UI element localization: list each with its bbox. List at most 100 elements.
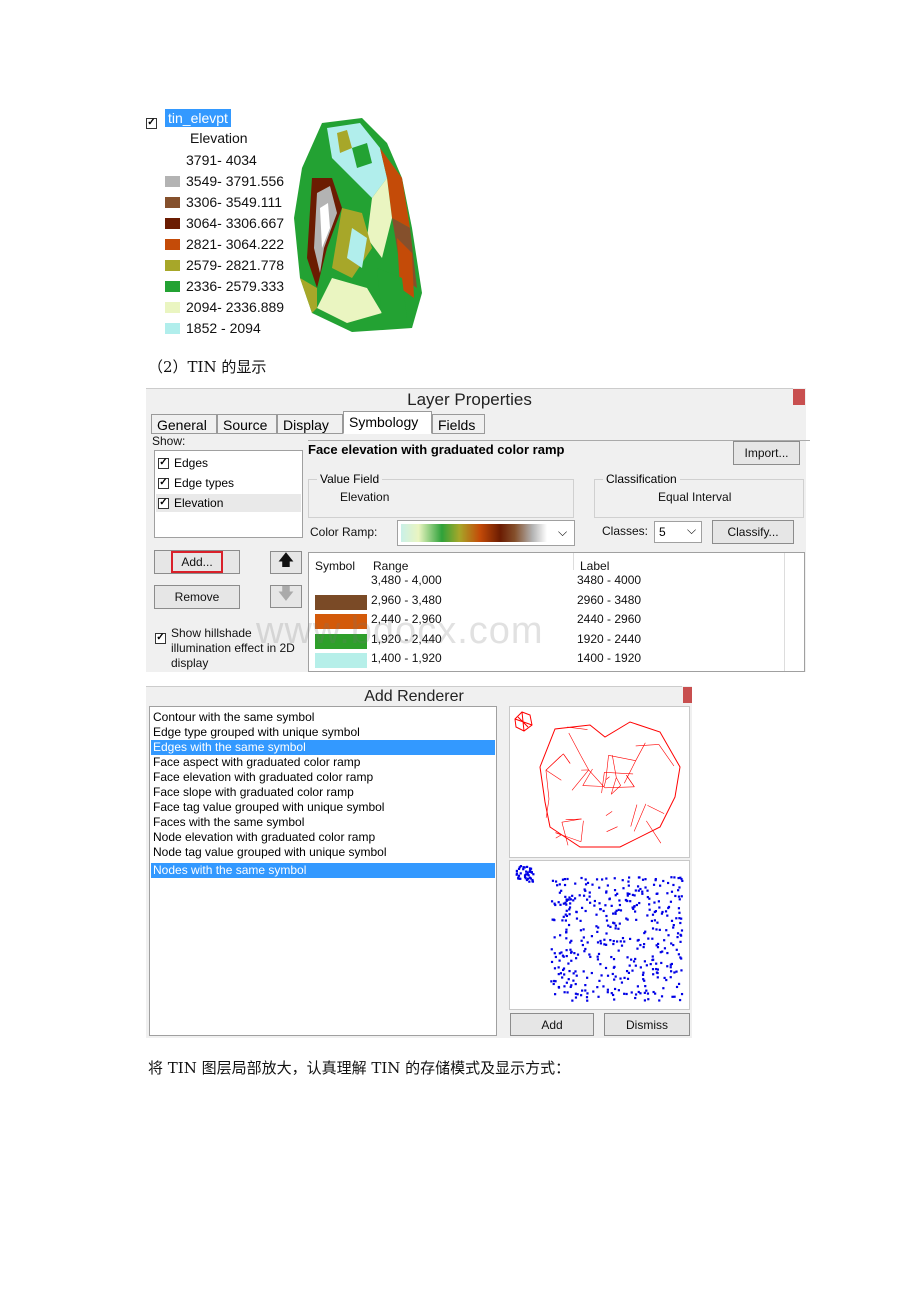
import-button[interactable]: Import... <box>733 441 800 465</box>
arrow-down-icon: 🡇 <box>277 586 295 603</box>
show-list[interactable]: ✓ Edges ✓ Edge types ✓ Elevation <box>154 450 303 538</box>
table-row[interactable]: 2,960 - 3,480 2960 - 3480 <box>309 592 779 610</box>
class-swatch[interactable] <box>315 575 367 590</box>
renderer-list-item[interactable]: Face elevation with graduated color ramp <box>151 770 495 785</box>
tab-display[interactable]: Display <box>277 414 343 434</box>
renderer-list-item[interactable]: Edge type grouped with unique symbol <box>151 725 495 740</box>
value-field[interactable]: Elevation <box>340 490 389 504</box>
classify-button[interactable]: Classify... <box>712 520 794 544</box>
chevron-down-icon: ⌵ <box>687 523 697 537</box>
legend-item: 2094- 2336.889 <box>165 298 284 316</box>
legend-field: Elevation <box>190 130 248 146</box>
add-button[interactable]: Add... <box>154 550 240 574</box>
scrollbar-divider <box>784 553 785 671</box>
class-swatch[interactable] <box>315 653 367 668</box>
renderer-list-item[interactable]: Faces with the same symbol <box>151 815 495 830</box>
header-symbol: Symbol <box>315 559 356 573</box>
check-icon[interactable]: ✓ <box>158 477 169 489</box>
renderer-list[interactable]: Contour with the same symbol Edge type gr… <box>149 706 497 1036</box>
legend-swatch <box>165 217 180 229</box>
renderer-list-item[interactable]: Nodes with the same symbol <box>151 863 495 878</box>
class-label: 2960 - 3480 <box>577 592 642 607</box>
value-field-label: Value Field <box>317 472 383 486</box>
nodes-preview <box>509 860 690 1010</box>
color-ramp-preview <box>401 524 547 542</box>
tab-general[interactable]: General <box>151 414 217 434</box>
show-item-edge-types[interactable]: ✓ Edge types <box>158 474 234 492</box>
layer-checkbox[interactable]: ✓ <box>146 112 157 130</box>
header-range: Range <box>373 559 409 573</box>
remove-button[interactable]: Remove <box>154 585 240 609</box>
classes-value: 5 <box>659 525 666 539</box>
chevron-down-icon: ⌵ <box>558 525 568 539</box>
class-label: 1400 - 1920 <box>577 651 642 665</box>
renderer-list-item[interactable]: Node tag value grouped with unique symbo… <box>151 845 495 860</box>
tab-fields[interactable]: Fields <box>432 414 485 434</box>
nodes-preview-image <box>515 865 684 1002</box>
renderer-list-item[interactable]: Face aspect with graduated color ramp <box>151 755 495 770</box>
legend-label: 1852 - 2094 <box>186 320 261 336</box>
legend-swatch <box>165 280 180 292</box>
class-label: 2440 - 2960 <box>577 612 642 626</box>
add-renderer-button[interactable]: Add <box>510 1013 594 1036</box>
legend-item: 2821- 3064.222 <box>165 235 284 253</box>
show-item-label: Edges <box>174 456 209 470</box>
move-down-button[interactable]: 🡇 <box>270 585 302 608</box>
renderer-list-item[interactable]: Face slope with graduated color ramp <box>151 785 495 800</box>
legend-label: 2336- 2579.333 <box>186 278 285 294</box>
caption-tin-display: （2）TIN 的显示 <box>148 358 267 376</box>
close-icon[interactable] <box>793 389 805 405</box>
classification-label: Classification <box>603 472 680 486</box>
legend-item: 2579- 2821.778 <box>165 256 284 274</box>
legend-item: 3791- 4034 <box>165 151 257 169</box>
table-row[interactable]: 3,480 - 4,000 3480 - 4000 <box>309 572 779 590</box>
legend-swatch <box>165 301 180 313</box>
renderer-list-item[interactable]: Contour with the same symbol <box>151 710 495 725</box>
renderer-list-item[interactable]: Edges with the same symbol <box>151 740 495 755</box>
show-item-edges[interactable]: ✓ Edges <box>158 454 208 472</box>
classes-select[interactable]: 5 ⌵ <box>654 521 702 543</box>
close-icon[interactable] <box>683 687 692 703</box>
check-icon[interactable]: ✓ <box>158 457 169 469</box>
legend-label: 2821- 3064.222 <box>186 236 285 252</box>
show-item-elevation[interactable]: ✓ Elevation <box>156 494 301 512</box>
renderer-title: Face elevation with graduated color ramp <box>308 442 565 457</box>
class-swatch[interactable] <box>315 594 367 610</box>
color-ramp-select[interactable]: ⌵ <box>397 520 575 546</box>
tab-source[interactable]: Source <box>217 414 277 434</box>
legend-item: 3306- 3549.111 <box>165 193 282 211</box>
class-label: 1920 - 2440 <box>577 631 642 646</box>
tin-map-image <box>294 118 422 332</box>
class-range: 2,960 - 3,480 <box>371 592 442 607</box>
legend-item: 3549- 3791.556 <box>165 172 284 190</box>
legend-label: 3064- 3306.667 <box>186 215 285 231</box>
add-button-label: Add... <box>171 551 223 573</box>
legend-swatch <box>165 259 180 271</box>
classes-label: Classes: <box>602 524 649 538</box>
classification-group: Classification Equal Interval <box>594 472 804 518</box>
edges-preview <box>509 706 690 858</box>
show-item-label: Edge types <box>174 476 235 490</box>
legend-item: 3064- 3306.667 <box>165 214 284 232</box>
legend-item: 1852 - 2094 <box>165 319 261 337</box>
legend-item: 2336- 2579.333 <box>165 277 284 295</box>
header-divider <box>573 553 574 570</box>
check-icon[interactable]: ✓ <box>158 497 169 509</box>
legend-label: 3549- 3791.556 <box>186 173 285 189</box>
renderer-list-item[interactable]: Node elevation with graduated color ramp <box>151 830 495 845</box>
legend-swatch <box>165 154 180 166</box>
legend-label: 3791- 4034 <box>186 152 257 168</box>
dismiss-button[interactable]: Dismiss <box>604 1013 690 1036</box>
legend-swatch <box>165 238 180 250</box>
check-icon: ✓ <box>155 632 166 644</box>
move-up-button[interactable]: 🡅 <box>270 551 302 574</box>
edges-preview-image <box>514 711 681 848</box>
tab-symbology[interactable]: Symbology <box>343 411 432 434</box>
legend-label: 2579- 2821.778 <box>186 257 285 273</box>
color-ramp-label: Color Ramp: <box>310 525 378 539</box>
renderer-list-item[interactable]: Face tag value grouped with unique symbo… <box>151 800 495 815</box>
window-title: Layer Properties <box>146 388 793 411</box>
hillshade-checkbox[interactable]: ✓ <box>155 627 166 645</box>
legend-swatch <box>165 196 180 208</box>
layer-name[interactable]: tin_elevpt <box>165 109 231 127</box>
